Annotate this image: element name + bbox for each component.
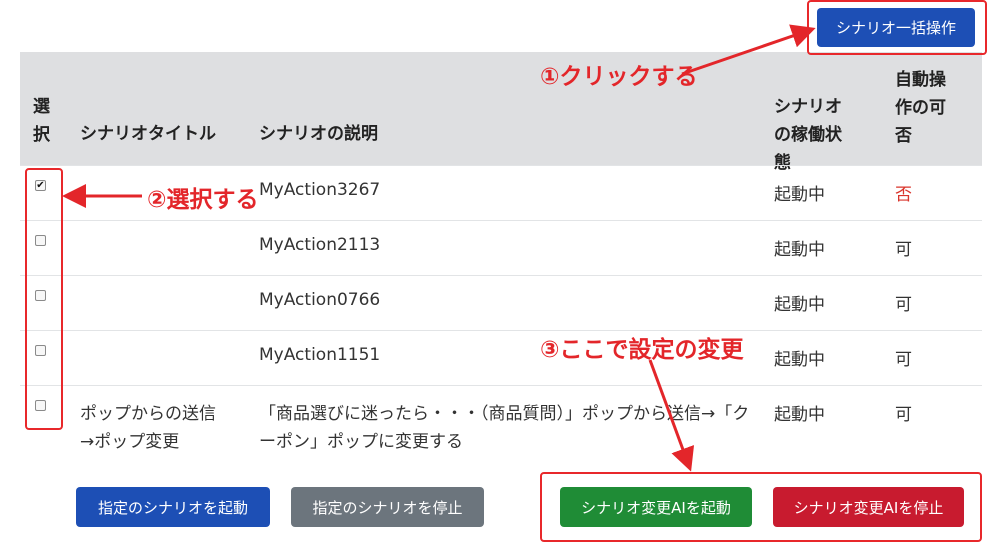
row-description: MyAction0766 xyxy=(259,290,381,310)
row-status: 起動中 xyxy=(774,240,825,260)
row-description: MyAction3267 xyxy=(259,180,381,200)
annotation-change: ③ここで設定の変更 xyxy=(540,337,744,363)
header-title: シナリオタイトル xyxy=(80,124,216,144)
annotation-click: ①クリックする xyxy=(540,64,698,90)
row-auto: 否 xyxy=(895,185,912,205)
table-row xyxy=(20,220,982,275)
header-select: 選択 xyxy=(33,97,50,145)
row-status: 起動中 xyxy=(774,350,825,370)
table-row xyxy=(20,330,982,385)
row-auto: 可 xyxy=(895,240,912,260)
highlight-checkboxes xyxy=(25,168,63,430)
annotation-select: ②選択する xyxy=(147,187,259,213)
header-auto: 自動操作の可否 xyxy=(895,70,946,146)
row-auto: 可 xyxy=(895,295,912,315)
start-selected-scenario-button[interactable]: 指定のシナリオを起動 xyxy=(76,487,270,527)
table-row xyxy=(20,275,982,330)
row-auto: 可 xyxy=(895,350,912,370)
header-description: シナリオの説明 xyxy=(259,124,378,144)
row-title: ポップからの送信→ポップ変更 xyxy=(80,404,216,452)
row-auto: 可 xyxy=(895,405,912,425)
row-status: 起動中 xyxy=(774,185,825,205)
stop-selected-scenario-button[interactable]: 指定のシナリオを停止 xyxy=(291,487,484,527)
row-description: MyAction2113 xyxy=(259,235,381,255)
row-status: 起動中 xyxy=(774,405,825,425)
highlight-ai-buttons xyxy=(540,472,982,542)
row-description: 「商品選びに迷ったら・・・（商品質問）」ポップから送信→「クーポン」ポップに変更… xyxy=(259,404,750,452)
row-description: MyAction1151 xyxy=(259,345,381,365)
row-status: 起動中 xyxy=(774,295,825,315)
highlight-bulk-button xyxy=(807,0,987,55)
